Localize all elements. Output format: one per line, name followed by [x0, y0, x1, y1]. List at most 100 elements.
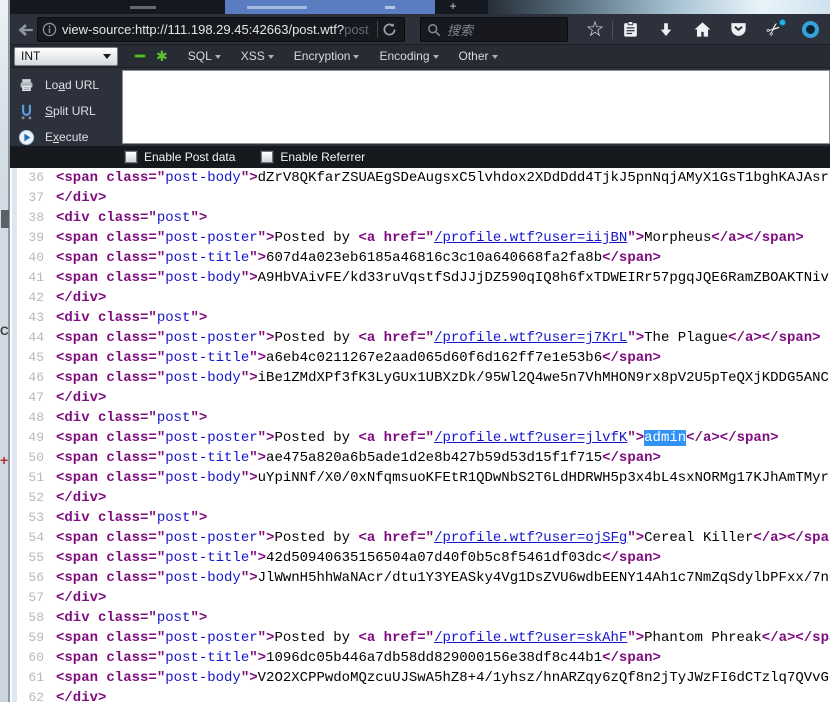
split-icon — [18, 103, 35, 120]
active-tab-title — [247, 6, 307, 9]
line-number: 43 — [10, 308, 44, 328]
source-token: JlWwnH5hhWaNAcr/dtu1Y3YEASky4Vg1DsZVU6wd… — [258, 570, 830, 586]
source-token: "> — [241, 570, 258, 586]
tab-close-icon[interactable] — [385, 6, 395, 9]
source-token: dZrV8QKfarZSUAEgSDeAugsxC5lvhdox2XDdDdd4… — [258, 170, 830, 186]
chevron-down-icon — [215, 55, 221, 59]
hackbar-url-textarea[interactable] — [122, 70, 830, 144]
active-tab[interactable] — [225, 0, 435, 14]
source-token: post — [157, 210, 191, 226]
source-code: <span class="post-poster">Posted by <a h… — [56, 528, 830, 548]
source-token: post-body — [165, 170, 241, 186]
hackbar-menu-encryption[interactable]: Encryption — [294, 49, 360, 63]
source-token: <span class=" — [56, 670, 165, 686]
line-number: 40 — [10, 248, 44, 268]
source-token: "> — [258, 330, 275, 346]
source-token: post-title — [165, 550, 249, 566]
line-number: 52 — [10, 488, 44, 508]
source-token: </a></span> — [728, 330, 820, 346]
source-token: "> — [258, 430, 275, 446]
source-token: "> — [190, 210, 207, 226]
source-link[interactable]: /profile.wtf?user=iijBN — [434, 230, 627, 246]
source-token: ae475a820a6b5ade1d2e8b427b59d53d15f1f715 — [266, 450, 602, 466]
toolbar-action-icons: ☆ ✂ — [577, 15, 828, 44]
find-highlight: admin — [644, 430, 686, 446]
source-code: <span class="post-title">42d509406351565… — [56, 548, 661, 568]
source-link[interactable]: /profile.wtf?user=j7KrL — [434, 330, 627, 346]
source-link[interactable]: /profile.wtf?user=ojSFg — [434, 530, 627, 546]
library-button[interactable] — [612, 16, 648, 44]
view-source-content: 36<span class="post-body">dZrV8QKfarZSUA… — [10, 168, 830, 702]
downloads-button[interactable] — [648, 16, 684, 44]
source-token: </div> — [56, 590, 106, 606]
line-number: 59 — [10, 628, 44, 648]
screenshot-extension-button[interactable]: ✂ — [756, 16, 792, 44]
source-line: 45<span class="post-title">a6eb4c0211267… — [10, 348, 830, 368]
enable-post-data-option[interactable]: Enable Post data — [125, 150, 235, 164]
source-token: <div class=" — [56, 310, 157, 326]
source-token: <span class=" — [56, 630, 165, 646]
referrer-checkbox[interactable] — [261, 151, 273, 163]
hackbar-collapse-icon[interactable] — [134, 54, 146, 58]
source-line: 42</div> — [10, 288, 830, 308]
source-token: post-title — [165, 450, 249, 466]
execute-button[interactable]: Execute — [18, 127, 88, 147]
enable-referrer-option[interactable]: Enable Referrer — [261, 150, 365, 164]
source-code: <div class="post"> — [56, 208, 207, 228]
post-data-checkbox[interactable] — [125, 151, 137, 163]
source-token: <a href=" — [358, 330, 434, 346]
source-token: "> — [190, 310, 207, 326]
source-token: post — [157, 310, 191, 326]
url-text: view-source:http://111.198.29.45:42663/p… — [62, 22, 369, 37]
source-token: <span class=" — [56, 450, 165, 466]
source-link[interactable]: /profile.wtf?user=skAhF — [434, 630, 627, 646]
hackbar-menu-sql[interactable]: SQL — [188, 49, 221, 63]
hackbar-menu-other[interactable]: Other — [459, 49, 498, 63]
source-line: 59<span class="post-poster">Posted by <a… — [10, 628, 830, 648]
home-button[interactable] — [684, 16, 720, 44]
info-icon[interactable] — [42, 22, 57, 37]
back-button[interactable] — [14, 18, 38, 42]
reload-button[interactable] — [378, 19, 400, 41]
url-bar[interactable]: view-source:http://111.198.29.45:42663/p… — [37, 17, 405, 42]
hackbar-charset-select[interactable]: INT — [14, 47, 118, 66]
background-window-edge: C + — [0, 0, 10, 702]
source-token: <span class=" — [56, 350, 165, 366]
source-token: "> — [241, 670, 258, 686]
source-line: 47</div> — [10, 388, 830, 408]
load-url-button[interactable]: Load URL — [18, 75, 99, 95]
source-token: <span class=" — [56, 530, 165, 546]
source-token: The Plague — [644, 330, 728, 346]
source-line: 60<span class="post-title">1096dc05b446a… — [10, 648, 830, 668]
source-token: Posted by — [274, 230, 358, 246]
source-link[interactable]: /profile.wtf?user=jlvfK — [434, 430, 627, 446]
proxy-extension-button[interactable] — [792, 16, 828, 44]
inactive-tab[interactable] — [130, 6, 156, 9]
source-token: post-body — [165, 270, 241, 286]
star-icon: ☆ — [586, 20, 605, 40]
source-token: "> — [190, 610, 207, 626]
source-token: 1096dc05b446a7db58dd829000156e38df8c44b1 — [266, 650, 602, 666]
hackbar-menu-xss[interactable]: XSS — [241, 49, 274, 63]
search-box[interactable]: 搜索 — [420, 17, 568, 42]
source-code: </div> — [56, 488, 106, 508]
download-arrow-icon — [657, 21, 675, 39]
source-line: 51<span class="post-body">uYpiNNf/X0/0xN… — [10, 468, 830, 488]
source-token: post-poster — [165, 430, 257, 446]
source-token: V2O2XCPPwdoMQzcuUJSwA5hZ8+4/1yhsz/hnARZq… — [258, 670, 830, 686]
source-token: 607d4a023eb6185a46816c3c10a640668fa2fa8b — [266, 250, 602, 266]
navigation-toolbar: view-source:http://111.198.29.45:42663/p… — [10, 14, 830, 45]
new-tab-button[interactable]: + — [443, 0, 463, 14]
source-token: </a></span> — [686, 430, 778, 446]
source-token: post-poster — [165, 230, 257, 246]
hackbar-asterisk-icon[interactable]: ✱ — [156, 49, 168, 63]
source-token: </span> — [602, 550, 661, 566]
source-token: post-title — [165, 650, 249, 666]
pocket-button[interactable] — [720, 16, 756, 44]
hackbar-menu-encoding[interactable]: Encoding — [379, 49, 438, 63]
source-token: </div> — [56, 290, 106, 306]
bookmark-star-button[interactable]: ☆ — [577, 16, 613, 44]
source-token: post-poster — [165, 530, 257, 546]
split-url-button[interactable]: Split URL — [18, 101, 96, 121]
source-code: <span class="post-poster">Posted by <a h… — [56, 228, 804, 248]
